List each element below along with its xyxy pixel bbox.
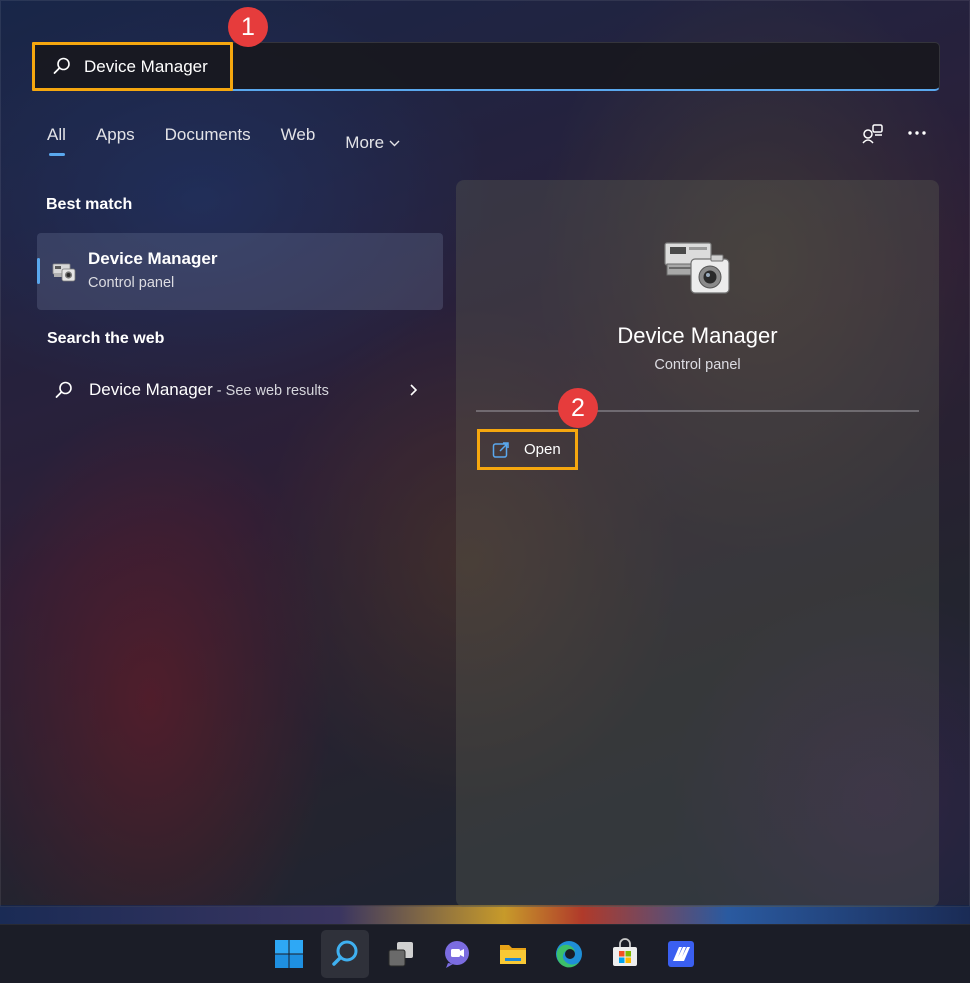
search-panel: 1 All Apps Documents Web More Best match bbox=[0, 0, 970, 907]
chat-icon bbox=[445, 941, 469, 968]
wallpaper bbox=[0, 905, 970, 925]
edge-icon bbox=[556, 941, 582, 968]
result-title: Device Manager bbox=[88, 249, 218, 268]
header-tools bbox=[861, 122, 949, 144]
device-manager-icon bbox=[52, 263, 76, 282]
task-view-icon bbox=[388, 942, 413, 967]
web-result-query: Device Manager bbox=[89, 380, 213, 399]
result-subtitle: Control panel bbox=[88, 275, 175, 291]
tab-more[interactable]: More bbox=[345, 125, 400, 161]
windows-logo-icon bbox=[275, 940, 303, 968]
store-icon bbox=[613, 938, 637, 966]
tab-documents[interactable]: Documents bbox=[165, 125, 251, 161]
account-switch-icon[interactable] bbox=[861, 122, 885, 144]
web-search-result[interactable]: Device Manager - See web results bbox=[37, 369, 443, 413]
folder-icon bbox=[500, 945, 526, 964]
selection-indicator bbox=[37, 258, 40, 284]
tab-all[interactable]: All bbox=[47, 125, 66, 161]
myasus-button[interactable] bbox=[657, 930, 705, 978]
task-view-button[interactable] bbox=[377, 930, 425, 978]
open-button[interactable]: Open bbox=[477, 429, 578, 470]
edge-browser-button[interactable] bbox=[545, 930, 593, 978]
preview-pane: Device Manager Control panel bbox=[456, 180, 939, 907]
web-result-suffix: - See web results bbox=[212, 383, 329, 399]
filter-tabs: All Apps Documents Web More bbox=[47, 125, 430, 161]
store-button[interactable] bbox=[601, 930, 649, 978]
tab-apps[interactable]: Apps bbox=[96, 125, 135, 161]
best-match-heading: Best match bbox=[46, 196, 133, 213]
chat-button[interactable] bbox=[433, 930, 481, 978]
chevron-right-icon bbox=[410, 384, 418, 396]
taskbar bbox=[0, 924, 970, 983]
device-manager-icon bbox=[664, 242, 730, 294]
search-web-heading: Search the web bbox=[47, 330, 165, 347]
more-options-icon[interactable] bbox=[905, 122, 929, 144]
annotation-callout-1: 1 bbox=[228, 7, 268, 47]
search-icon bbox=[55, 381, 72, 398]
search-icon bbox=[332, 940, 358, 966]
taskbar-search-button[interactable] bbox=[321, 930, 369, 978]
file-explorer-button[interactable] bbox=[489, 930, 537, 978]
best-match-result[interactable]: Device Manager Control panel bbox=[37, 233, 443, 310]
chevron-down-icon bbox=[389, 140, 400, 146]
search-icon bbox=[53, 57, 70, 74]
start-button[interactable] bbox=[265, 930, 313, 978]
open-external-icon bbox=[492, 441, 509, 458]
search-input[interactable] bbox=[84, 53, 584, 81]
preview-title: Device Manager bbox=[617, 323, 778, 348]
search-box[interactable] bbox=[32, 42, 940, 91]
preview-divider bbox=[476, 410, 919, 412]
myasus-icon bbox=[668, 941, 694, 967]
web-result-text: Device Manager - See web results bbox=[89, 380, 329, 400]
open-button-label: Open bbox=[524, 441, 561, 458]
preview-subtitle: Control panel bbox=[654, 357, 741, 373]
tab-more-label: More bbox=[345, 133, 385, 152]
annotation-callout-2: 2 bbox=[558, 388, 598, 428]
tab-web[interactable]: Web bbox=[281, 125, 316, 161]
